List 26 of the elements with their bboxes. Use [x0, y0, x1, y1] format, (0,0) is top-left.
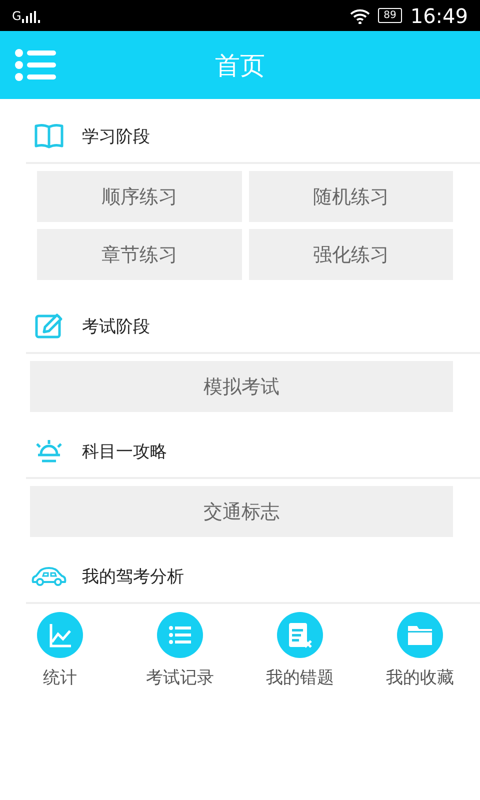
- menu-icon: [14, 49, 56, 81]
- practice-button[interactable]: 模拟考试: [30, 361, 453, 412]
- practice-button[interactable]: 章节练习: [37, 229, 242, 280]
- shortcut-button[interactable]: 考试记录: [120, 612, 240, 689]
- pencil-icon: [35, 313, 63, 339]
- battery-indicator: 89: [378, 8, 402, 23]
- network-label: G: [12, 8, 22, 22]
- section-title: 我的驾考分析: [82, 566, 184, 588]
- section-title: 科目一攻略: [82, 440, 167, 462]
- practice-button[interactable]: 强化练习: [248, 229, 453, 280]
- menu-button[interactable]: [14, 49, 56, 81]
- section-title: 学习阶段: [82, 126, 150, 148]
- shortcut-button[interactable]: 我的收藏: [360, 612, 480, 689]
- shortcut-button[interactable]: 我的错题: [240, 612, 360, 689]
- car-icon: [31, 566, 67, 586]
- signal-icon: [22, 10, 40, 22]
- practice-button[interactable]: 顺序练习: [37, 171, 242, 222]
- wifi-icon: [350, 8, 370, 24]
- sunrise-icon: [34, 439, 64, 463]
- book-icon: [34, 123, 64, 149]
- page-title: 首页: [214, 50, 266, 82]
- practice-button[interactable]: 随机练习: [248, 171, 453, 222]
- shortcut-button[interactable]: 统计: [0, 612, 120, 689]
- status-time: 16:49: [410, 4, 468, 28]
- practice-button[interactable]: 交通标志: [30, 486, 453, 537]
- section-title: 考试阶段: [82, 316, 150, 338]
